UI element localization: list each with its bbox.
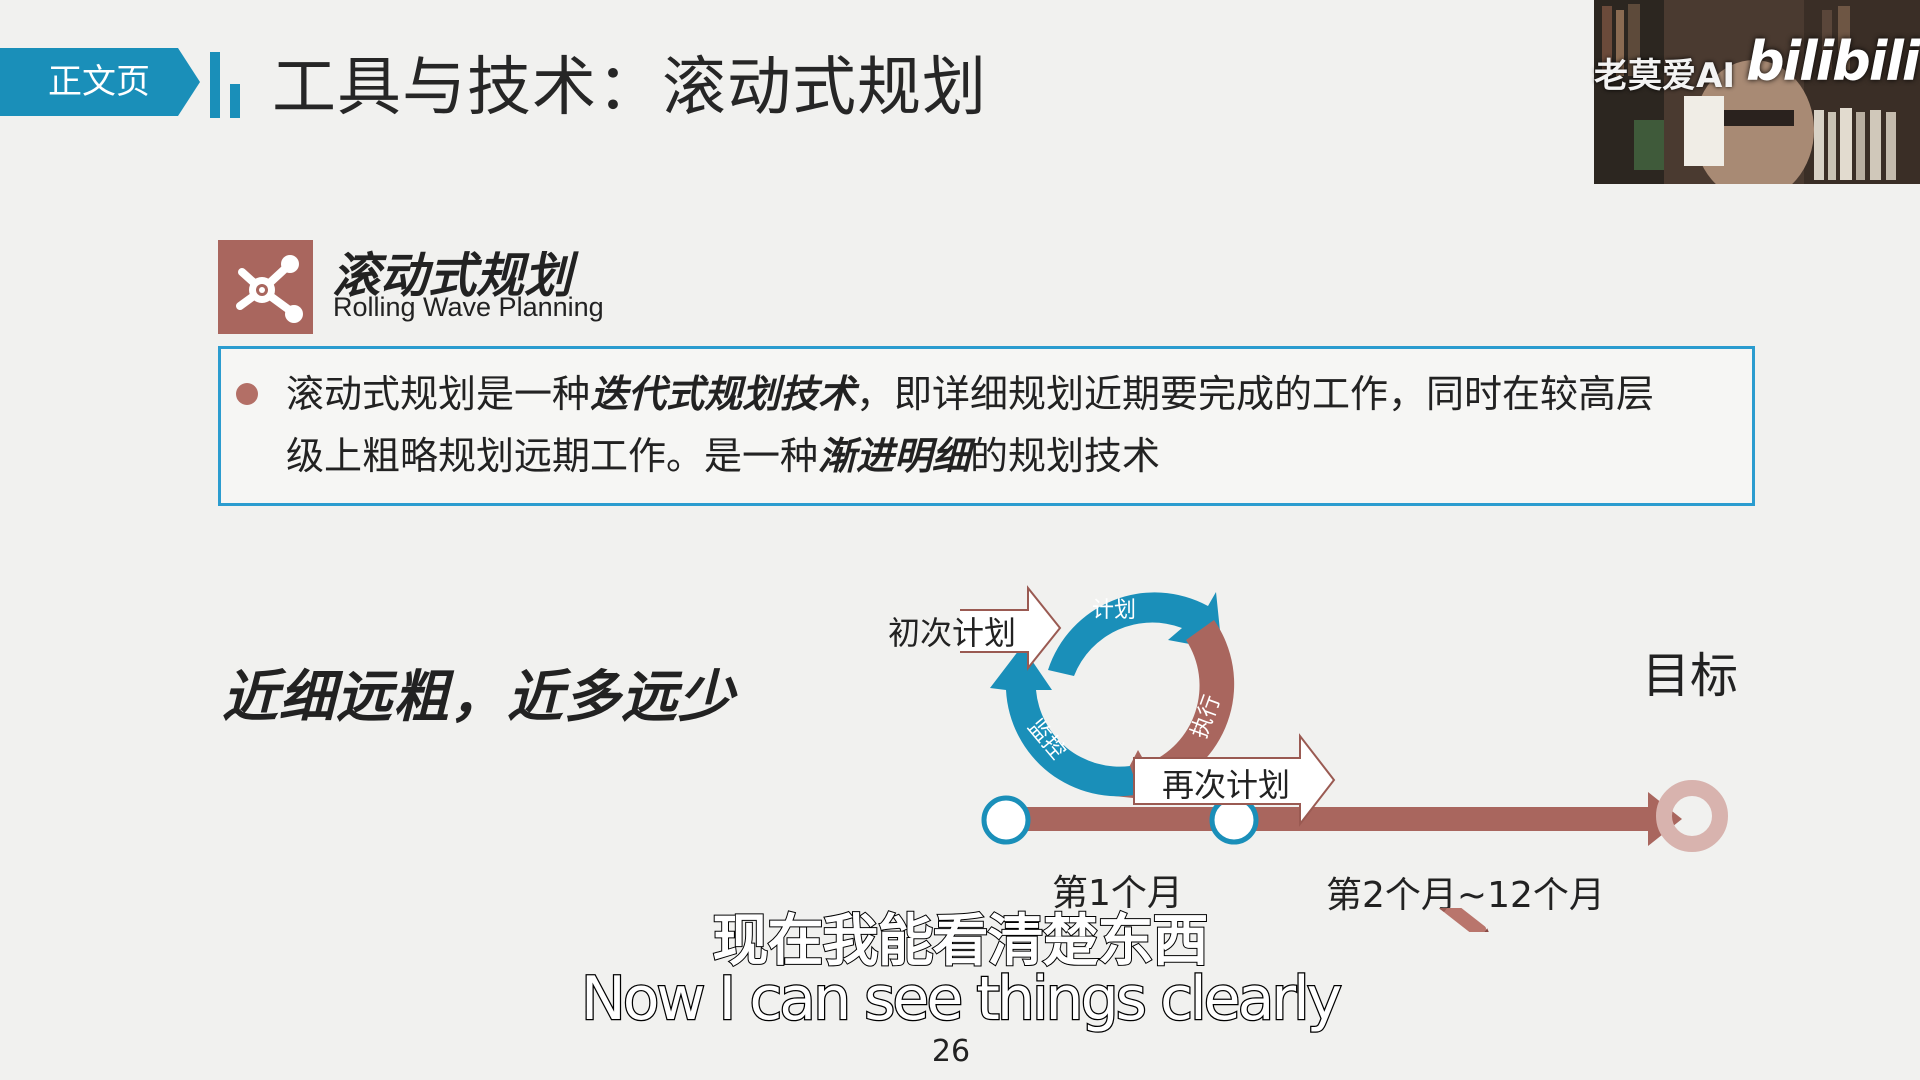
page-title: 工具与技术：滚动式规划 <box>272 51 987 125</box>
cycle-label-plan: 计划 <box>1092 598 1137 623</box>
slogan: 近细远粗，近多远少 <box>222 665 735 730</box>
subtitle-english: Now I can see things clearly <box>580 963 1344 1036</box>
definition-line-1: 滚动式规划是一种迭代式规划技术，即详细规划近期要完成的工作，同时在较高层 <box>286 364 1654 424</box>
initial-plan-label: 初次计划 <box>888 614 1017 652</box>
month1-start-marker <box>981 795 1031 845</box>
page-number: 26 <box>931 1034 971 1069</box>
streamer-name: 老莫爱AI <box>1594 56 1735 96</box>
bullet-dot <box>236 383 258 405</box>
title-accent-bar <box>210 52 220 118</box>
definition-text: 级上粗略规划远期工作。是一种 <box>286 434 819 478</box>
definition-text: 滚动式规划是一种 <box>286 372 591 416</box>
definition-emphasis-iterative: 迭代式规划技术 <box>590 372 857 416</box>
section-subtitle: Rolling Wave Planning <box>333 292 604 322</box>
rolling-wave-diagram <box>960 585 1728 852</box>
definition-text: ，即详细规划近期要完成的工作，同时在较高层 <box>856 372 1655 416</box>
title-accent-bar-short <box>230 84 240 118</box>
bilibili-logo: bilibili <box>1746 30 1920 93</box>
timeline-bar <box>1006 807 1658 831</box>
definition-text: 的规划技术 <box>970 434 1161 478</box>
definition-emphasis-progressive: 渐进明细 <box>818 434 971 478</box>
goal-label: 目标 <box>1642 648 1739 704</box>
replan-label: 再次计划 <box>1162 766 1291 804</box>
definition-line-2: 级上粗略规划远期工作。是一种渐进明细的规划技术 <box>286 426 1160 486</box>
section-tag-label: 正文页 <box>48 62 150 102</box>
network-icon <box>218 240 313 334</box>
